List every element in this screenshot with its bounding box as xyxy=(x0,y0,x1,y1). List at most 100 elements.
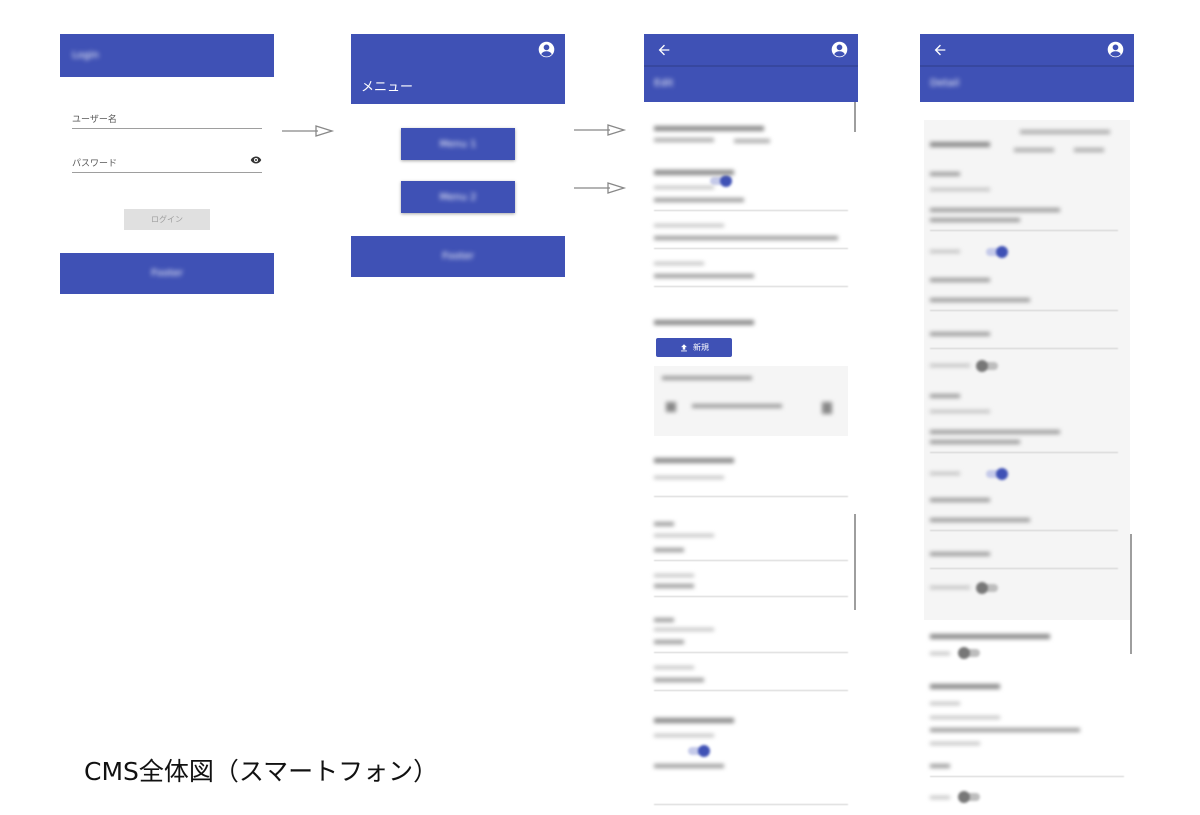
blurred-text xyxy=(654,236,838,240)
blurred-text xyxy=(930,764,950,768)
blurred-text xyxy=(930,250,960,253)
blurred-text xyxy=(654,198,744,202)
menu-button-2[interactable]: Menu 2 xyxy=(401,181,515,213)
menu-button-1-label: Menu 1 xyxy=(439,138,477,150)
blurred-text xyxy=(930,742,980,745)
login-screen: Login ユーザー名 パスワード ログイン Footer xyxy=(60,34,274,296)
toggle-switch[interactable] xyxy=(958,791,980,803)
edit-subtitle: Edit xyxy=(654,78,674,89)
blurred-text xyxy=(654,522,674,526)
blurred-text xyxy=(930,172,960,176)
app-bar-divider xyxy=(644,65,858,67)
blurred-text xyxy=(1020,130,1110,134)
blurred-text xyxy=(930,796,950,799)
edit-screen: Edit 新規 xyxy=(644,34,858,815)
blurred-text xyxy=(654,584,694,588)
eye-icon[interactable] xyxy=(250,154,262,166)
username-placeholder: ユーザー名 xyxy=(72,115,117,125)
scrollbar[interactable] xyxy=(854,514,856,610)
flow-arrow-2 xyxy=(574,124,627,136)
select-underline xyxy=(654,496,848,497)
toggle-switch[interactable] xyxy=(976,582,998,594)
blurred-text xyxy=(654,666,694,669)
menu-button-2-label: Menu 2 xyxy=(439,191,477,203)
account-circle-icon[interactable] xyxy=(1107,41,1124,58)
blurred-text xyxy=(654,126,764,131)
arrow-back-icon[interactable] xyxy=(932,42,948,58)
toggle-switch[interactable] xyxy=(986,246,1008,258)
blurred-text xyxy=(930,142,990,147)
toggle-switch[interactable] xyxy=(958,647,980,659)
toggle-switch[interactable] xyxy=(976,360,998,372)
account-circle-icon[interactable] xyxy=(831,41,848,58)
input-underline xyxy=(930,452,1118,453)
blurred-text xyxy=(654,186,714,189)
blurred-text xyxy=(930,552,990,556)
blurred-text xyxy=(654,534,714,537)
scrollbar[interactable] xyxy=(1130,534,1132,654)
input-underline xyxy=(654,560,848,561)
blurred-text xyxy=(654,458,734,463)
blurred-text xyxy=(930,586,970,589)
blurred-text xyxy=(930,394,960,398)
file-panel xyxy=(654,366,848,436)
upload-new-button[interactable]: 新規 xyxy=(656,338,732,357)
menu-button-1[interactable]: Menu 1 xyxy=(401,128,515,160)
blurred-text xyxy=(654,170,734,175)
toggle-switch[interactable] xyxy=(710,175,732,187)
blurred-text xyxy=(654,262,704,265)
toggle-switch[interactable] xyxy=(688,745,710,757)
blurred-text xyxy=(930,208,1060,212)
blurred-text xyxy=(930,410,990,413)
blurred-text xyxy=(734,139,770,143)
menu-app-bar: メニュー xyxy=(351,34,565,104)
login-button[interactable]: ログイン xyxy=(124,209,210,230)
blurred-text xyxy=(930,278,990,282)
app-bar-divider xyxy=(920,65,1134,67)
login-app-title: Login xyxy=(72,50,99,61)
blurred-text xyxy=(930,332,990,336)
blurred-text xyxy=(654,618,674,622)
detail-subtitle: Detail xyxy=(930,78,960,89)
login-footer-text: Footer xyxy=(151,268,183,279)
menu-title: メニュー xyxy=(361,80,414,95)
flow-arrow-1 xyxy=(282,125,335,137)
select-underline xyxy=(654,804,848,805)
blurred-text xyxy=(654,274,754,278)
toggle-switch[interactable] xyxy=(986,468,1008,480)
blurred-text xyxy=(654,574,694,577)
blurred-text xyxy=(930,702,960,705)
blurred-text xyxy=(930,430,1060,434)
diagram-caption: CMS全体図（スマートフォン） xyxy=(84,757,439,786)
blurred-text xyxy=(654,718,734,723)
password-field[interactable]: パスワード xyxy=(72,156,262,173)
scrollbar-top[interactable] xyxy=(854,102,856,132)
detail-app-bar: Detail xyxy=(920,34,1134,102)
account-circle-icon[interactable] xyxy=(538,41,555,58)
blurred-text xyxy=(930,498,990,502)
arrow-back-icon[interactable] xyxy=(656,42,672,58)
input-underline xyxy=(654,210,848,211)
blurred-text xyxy=(654,320,754,325)
username-field[interactable]: ユーザー名 xyxy=(72,112,262,129)
input-underline xyxy=(654,690,848,691)
blurred-text xyxy=(930,716,1000,719)
input-underline xyxy=(654,652,848,653)
login-app-bar: Login xyxy=(60,34,274,77)
detail-screen: Detail xyxy=(920,34,1134,815)
detail-panel xyxy=(924,120,1130,620)
blurred-text xyxy=(930,472,960,475)
blurred-text xyxy=(930,364,970,367)
input-underline xyxy=(930,230,1118,231)
input-underline xyxy=(654,286,848,287)
delete-icon[interactable] xyxy=(822,402,832,414)
blurred-text xyxy=(930,634,1050,639)
input-underline xyxy=(654,596,848,597)
upload-icon xyxy=(681,343,687,351)
upload-new-label: 新規 xyxy=(693,343,709,352)
blurred-text xyxy=(654,734,714,737)
input-underline xyxy=(930,530,1118,531)
blurred-text xyxy=(654,764,724,768)
password-placeholder: パスワード xyxy=(72,159,118,169)
menu-footer-text: Footer xyxy=(442,251,474,262)
